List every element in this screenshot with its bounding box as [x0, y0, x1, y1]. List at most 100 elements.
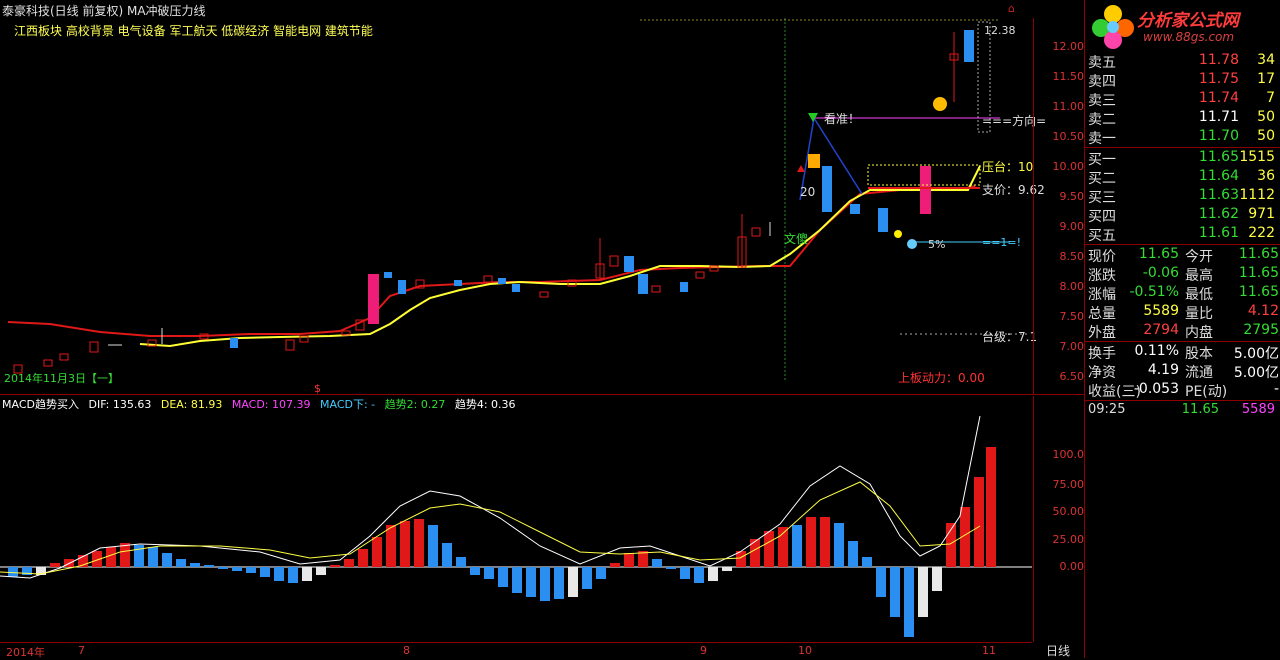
- bid-row: 买五 11.61 222: [1085, 225, 1280, 244]
- divider: [1085, 341, 1280, 342]
- candle: [483, 275, 493, 283]
- bid-price: 11.64: [1198, 168, 1239, 184]
- ask-price: 11.75: [1198, 71, 1239, 87]
- ask-vol: 50: [1257, 109, 1275, 125]
- stat-value: 5.00亿: [1233, 365, 1279, 381]
- candle: [695, 271, 705, 279]
- macd-bar: [106, 547, 116, 567]
- bid-row: 买一 11.65 1515: [1085, 149, 1280, 168]
- candle: [285, 339, 295, 351]
- macd-bar: [162, 553, 172, 567]
- ask-label: 卖五: [1088, 55, 1116, 71]
- bid-vol: 971: [1248, 206, 1275, 222]
- macd-bar: [834, 523, 844, 567]
- stat-value: 2794: [1143, 322, 1179, 338]
- stat-label: 最高: [1185, 268, 1213, 284]
- macd-tick: 25.00: [1052, 533, 1085, 546]
- red-arrow-icon: [797, 165, 805, 172]
- stat-row: 收益(三) -0.053 PE(动) -: [1085, 381, 1280, 400]
- site-logo: 分析家公式网 www.88gs.com: [1085, 0, 1280, 52]
- bid-vol: 222: [1248, 225, 1275, 241]
- bid-row: 买二 11.64 36: [1085, 168, 1280, 187]
- macd-bar: [666, 567, 676, 569]
- time-tick: 9: [700, 644, 707, 657]
- stat-label: 最低: [1185, 287, 1213, 303]
- level-label: 台级：7.1: [982, 330, 1038, 344]
- macd-bar: [330, 565, 340, 567]
- ask-vol: 17: [1257, 71, 1275, 87]
- stat-value: 2795: [1243, 322, 1279, 338]
- stat-label: 总量: [1088, 306, 1116, 322]
- macd-bar: [204, 565, 214, 567]
- stat-value: 11.65: [1238, 284, 1279, 300]
- bid-vol: 1112: [1239, 187, 1275, 203]
- ask-label: 卖一: [1088, 131, 1116, 147]
- time-tick: 11: [982, 644, 996, 657]
- macd-bar: [554, 567, 564, 599]
- ask-price: 11.70: [1198, 128, 1239, 144]
- price-axis: 12.00 11.50 11.00 10.50 10.00 9.50 9.00 …: [1033, 18, 1084, 394]
- macd-bar: [372, 537, 382, 567]
- stat-value: 11.65: [1238, 246, 1279, 262]
- ask-vol: 50: [1257, 128, 1275, 144]
- macd-bar: [986, 447, 996, 567]
- candle: [964, 30, 974, 62]
- logo-flower-icon: [1092, 5, 1134, 49]
- candle: [230, 338, 238, 348]
- macd-bar: [386, 525, 396, 567]
- macd-bar: [624, 553, 634, 567]
- macd-bars: [8, 447, 996, 637]
- macd-bar: [680, 567, 690, 579]
- candle: [850, 204, 860, 214]
- ask-price: 11.71: [1198, 109, 1239, 125]
- macd-bar: [148, 547, 158, 567]
- collapse-icon[interactable]: ⌂: [1008, 2, 1015, 15]
- candle: [59, 353, 69, 361]
- macd-bar: [120, 543, 130, 567]
- stat-value: 4.12: [1247, 303, 1279, 319]
- macd-bar: [974, 477, 984, 567]
- price-tick: 6.50: [1059, 370, 1085, 383]
- ask-vol: 34: [1257, 52, 1275, 68]
- stat-row: 涨跌 -0.06 最高 11.65: [1085, 265, 1280, 284]
- period-selector[interactable]: 日线: [1033, 642, 1083, 658]
- cyan-dot-icon: [907, 239, 917, 249]
- macd-bar: [428, 525, 438, 567]
- tick-row: 09:25 11.65 5589: [1085, 402, 1280, 421]
- candlestick-chart[interactable]: [0, 18, 1032, 394]
- stat-label: 涨跌: [1088, 268, 1116, 284]
- bid-label: 买三: [1088, 190, 1116, 206]
- macd-bar: [806, 517, 816, 567]
- macd-tick: 75.00: [1052, 478, 1085, 491]
- equal-one-label: ==1=!: [982, 236, 1022, 249]
- stat-value: -0.51%: [1129, 284, 1179, 300]
- pct-label: 5%: [928, 238, 946, 251]
- macd-bar: [890, 567, 900, 617]
- macd-bar: [442, 543, 452, 567]
- tick-price: 11.65: [1181, 402, 1219, 417]
- divider: [1085, 400, 1280, 401]
- ask-row: 卖四 11.75 17: [1085, 71, 1280, 90]
- macd-bar: [722, 567, 732, 571]
- candle: [89, 341, 99, 353]
- macd-bar: [400, 521, 410, 567]
- macd-axis: 100.0 75.00 50.00 25.00 0.00: [1033, 396, 1084, 642]
- macd-bar: [694, 567, 704, 583]
- macd-tick: 50.00: [1052, 505, 1085, 518]
- ask-price: 11.74: [1198, 90, 1239, 106]
- divider: [1085, 244, 1280, 245]
- candle: [878, 208, 888, 232]
- macd-chart[interactable]: [0, 396, 1032, 642]
- macd-bar: [568, 567, 578, 597]
- macd-bar: [848, 541, 858, 567]
- macd-bar: [652, 559, 662, 567]
- macd-bar: [932, 567, 942, 591]
- macd-bar: [610, 563, 620, 567]
- stat-label: 外盘: [1088, 325, 1116, 341]
- candle: [651, 285, 661, 293]
- price-tick: 7.00: [1059, 340, 1085, 353]
- macd-bar: [764, 531, 774, 567]
- num20-label: 20: [800, 185, 816, 199]
- price-tick: 12.00: [1052, 40, 1085, 53]
- macd-bar: [302, 567, 312, 581]
